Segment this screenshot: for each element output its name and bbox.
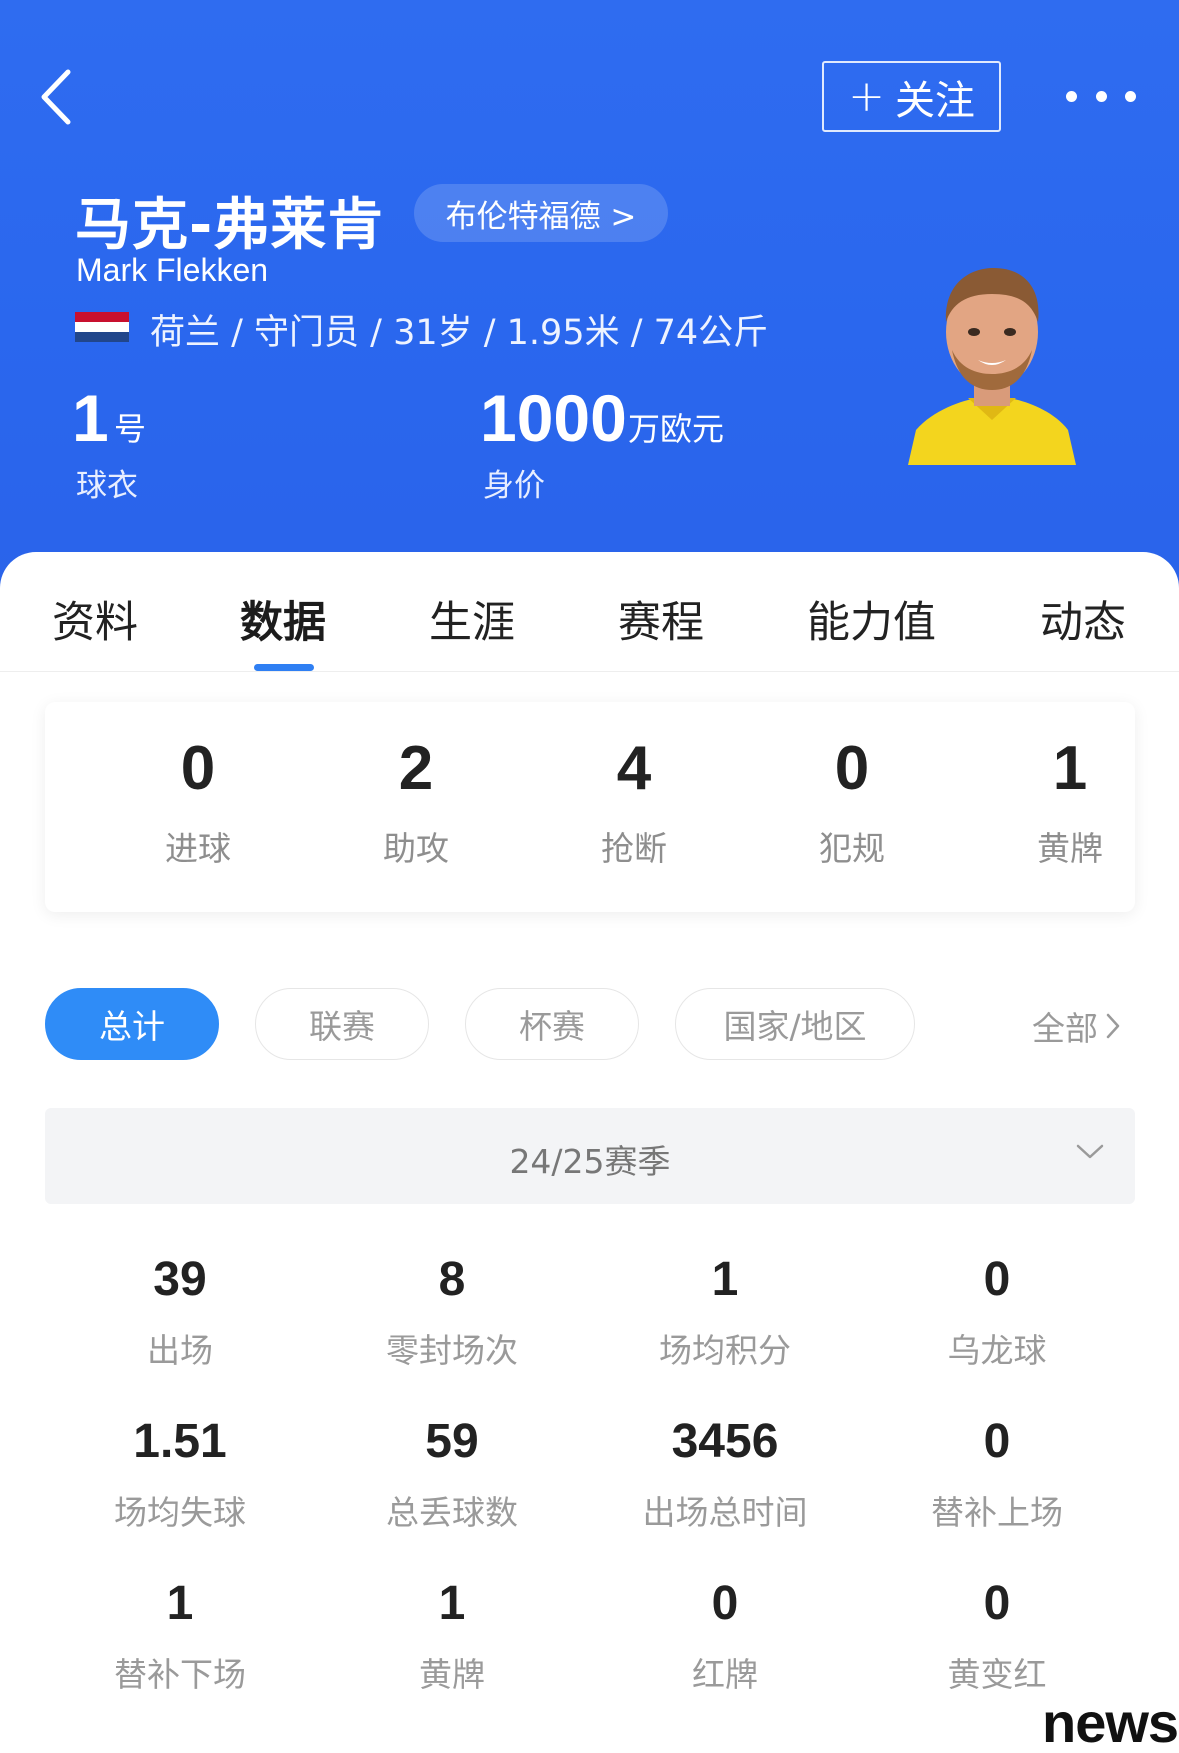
market-value-unit: 万欧元 [628, 410, 725, 448]
follow-label: 关注 [894, 77, 975, 124]
stat-label: 红牌 [692, 1655, 758, 1694]
tab-schedule[interactable]: 赛程 [618, 588, 704, 650]
stat-value: 1.51 [133, 1415, 227, 1468]
filter-total[interactable]: 总计 [45, 988, 219, 1060]
competition-filter-bar: 总计 联赛 杯赛 国家/地区 全部 [0, 988, 1179, 1062]
stat-label: 出场 [147, 1331, 213, 1370]
stat-value: 0 [711, 1577, 739, 1630]
stat-value: 0 [983, 1253, 1011, 1306]
stat-value: 1 [711, 1253, 739, 1306]
stat-item: 8 零封场次 [322, 1252, 582, 1372]
stat-label: 出场总时间 [642, 1493, 808, 1532]
stat-label: 黄牌 [419, 1655, 485, 1694]
stat-label: 乌龙球 [947, 1331, 1047, 1370]
summary-value: 0 [834, 734, 870, 803]
stat-item: 1 替补下场 [50, 1576, 310, 1696]
all-filters-link[interactable]: 全部 [1032, 1002, 1122, 1050]
summary-value: 2 [398, 734, 434, 803]
netherlands-flag-icon [75, 312, 129, 342]
more-dot-icon [1125, 90, 1136, 102]
summary-label: 抢断 [601, 829, 667, 868]
summary-item: 2 助攻 [326, 734, 506, 870]
stat-value: 1 [166, 1577, 194, 1630]
stat-item: 0 替补上场 [867, 1414, 1127, 1534]
stat-label: 替补上场 [931, 1493, 1063, 1532]
market-value: 1000 [480, 381, 627, 455]
tab-ability[interactable]: 能力值 [807, 588, 936, 650]
player-name-chinese: 马克-弗莱肯 [75, 193, 385, 258]
stat-label: 零封场次 [386, 1331, 518, 1370]
stat-item: 39 出场 [50, 1252, 310, 1372]
back-button[interactable] [30, 60, 90, 135]
tab-news[interactable]: 动态 [1040, 588, 1126, 650]
news-watermark: news [1042, 1691, 1179, 1753]
summary-label: 进球 [165, 829, 231, 868]
season-dropdown[interactable]: 24/25赛季 [45, 1108, 1135, 1204]
summary-value: 1 [1052, 734, 1088, 803]
stat-value: 3456 [671, 1415, 779, 1468]
summary-label: 黄牌 [1037, 829, 1103, 868]
team-link[interactable]: 布伦特福德 > [414, 184, 668, 242]
summary-item: 0 犯规 [762, 734, 942, 870]
summary-label: 助攻 [383, 829, 449, 868]
stat-value: 0 [983, 1577, 1011, 1630]
stat-value: 59 [425, 1415, 479, 1468]
jersey-unit: 号 [114, 410, 147, 448]
season-value: 24/25赛季 [509, 1142, 671, 1181]
summary-value: 0 [180, 734, 216, 803]
jersey-number: 1 [72, 381, 109, 455]
market-value-label: 身价 [483, 468, 545, 504]
stat-item: 0 红牌 [595, 1576, 855, 1696]
chevron-down-icon [1076, 1144, 1104, 1159]
stat-label: 黄变红 [947, 1655, 1047, 1694]
player-profile-page: + 关注 马克-弗莱肯 布伦特福德 > Mark Flekken 荷兰 / 守门… [0, 0, 1179, 1753]
tab-career[interactable]: 生涯 [429, 588, 515, 650]
chevron-left-icon [41, 69, 71, 125]
stat-label: 场均积分 [659, 1331, 791, 1370]
player-name-english: Mark Flekken [76, 252, 269, 288]
stat-item: 0 黄变红 [867, 1576, 1127, 1696]
stat-item: 1 黄牌 [322, 1576, 582, 1696]
plus-icon: + [848, 71, 885, 122]
stat-value: 1 [438, 1577, 466, 1630]
filter-league[interactable]: 联赛 [255, 988, 429, 1060]
stat-value: 0 [983, 1415, 1011, 1468]
filter-national[interactable]: 国家/地区 [675, 988, 915, 1060]
player-header: + 关注 马克-弗莱肯 布伦特福德 > Mark Flekken 荷兰 / 守门… [0, 0, 1179, 600]
active-tab-indicator [254, 664, 314, 671]
summary-value: 4 [616, 734, 652, 803]
summary-item: 0 进球 [108, 734, 288, 870]
tab-data[interactable]: 数据 [240, 588, 326, 650]
stat-item: 1.51 场均失球 [50, 1414, 310, 1534]
player-meta: 荷兰 / 守门员 / 31岁 / 1.95米 / 74公斤 [150, 313, 769, 353]
more-dot-icon [1066, 90, 1077, 102]
stat-label: 场均失球 [114, 1493, 246, 1532]
player-avatar [908, 268, 1076, 465]
summary-label: 犯规 [819, 829, 885, 868]
stat-value: 8 [438, 1253, 466, 1306]
stat-item: 1 场均积分 [595, 1252, 855, 1372]
more-dot-icon [1095, 90, 1107, 102]
jersey-label: 球衣 [76, 468, 138, 504]
chevron-right-icon [1106, 1013, 1120, 1039]
stat-value: 39 [153, 1253, 207, 1306]
content-sheet: 资料 数据 生涯 赛程 能力值 动态 0 进球 2 助攻 4 抢断 0 犯规 1… [0, 552, 1179, 1753]
stat-label: 总丢球数 [386, 1493, 518, 1532]
stat-item: 3456 出场总时间 [595, 1414, 855, 1534]
filter-cup[interactable]: 杯赛 [465, 988, 639, 1060]
stat-item: 0 乌龙球 [867, 1252, 1127, 1372]
more-options-button[interactable] [1066, 78, 1136, 114]
stat-item: 59 总丢球数 [322, 1414, 582, 1534]
summary-card: 0 进球 2 助攻 4 抢断 0 犯规 1 黄牌 [45, 702, 1135, 912]
tab-bar: 资料 数据 生涯 赛程 能力值 动态 [0, 552, 1179, 672]
tab-profile[interactable]: 资料 [52, 588, 138, 650]
summary-item: 4 抢断 [544, 734, 724, 870]
all-label: 全部 [1032, 1009, 1098, 1048]
stat-label: 替补下场 [114, 1655, 246, 1694]
summary-item: 1 黄牌 [980, 734, 1160, 870]
follow-button[interactable]: + 关注 [822, 61, 1001, 132]
